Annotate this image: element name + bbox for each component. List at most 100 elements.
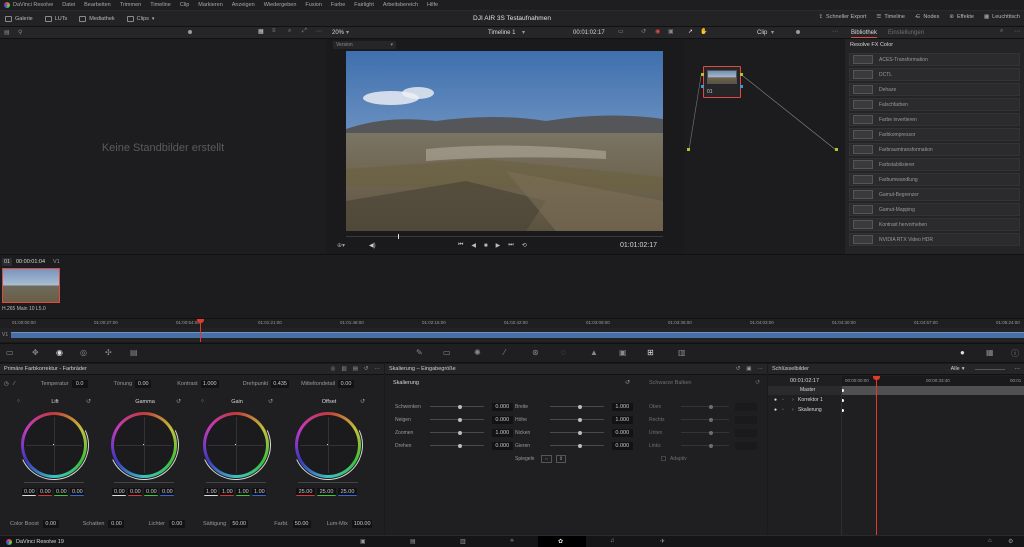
bars-icon[interactable]: ▥ [341,366,346,372]
node-editor[interactable]: 01 [684,39,844,254]
sidebar-toggle-icon[interactable]: ▤ [4,29,10,36]
fx-item[interactable]: Kontrast hervorheben [849,218,1020,231]
stop-icon[interactable]: ■ [484,243,488,249]
param-slider[interactable] [430,430,484,435]
param-slider[interactable] [550,404,604,409]
wheel-value-g[interactable]: 0.00 [144,488,158,496]
wheel-value-g[interactable]: 0.00 [54,488,68,496]
clip-thumbnail[interactable] [2,268,60,303]
wheel-value-g[interactable]: 1.00 [236,488,250,496]
wheel-value-y[interactable]: 1.00 [204,488,218,496]
menu-item[interactable]: Timeline [150,2,171,8]
param-field[interactable]: 0.000 [491,402,513,411]
eye-icon[interactable]: ● [774,397,777,403]
options-icon[interactable]: ⋯ [1015,366,1021,372]
motion-effects-icon[interactable]: ▤ [130,348,138,357]
scrubber-playhead[interactable] [398,234,399,239]
hdr-wheels-icon[interactable]: ◎ [80,348,87,357]
menu-item[interactable]: Bearbeiten [84,2,111,8]
param-slider[interactable] [550,430,604,435]
reset-icon[interactable]: ↺ [364,366,369,372]
middetail-field[interactable]: 0.00 [338,380,355,388]
mode-icon[interactable]: ◎ [331,366,336,372]
keyframe-filter[interactable]: Alle [951,366,960,372]
param-slider[interactable] [550,417,604,422]
version-dropdown[interactable]: Version ▾ [333,41,396,49]
param-field[interactable]: 1.000 [611,402,633,411]
effects-button[interactable]: ⊛ Effekte [949,14,974,20]
gamma-wheel[interactable] [99,400,189,490]
3d-icon[interactable]: ▥ [678,348,686,357]
fx-item[interactable]: ACES-Transformation [849,53,1020,66]
fx-item[interactable]: Farbumwandlung [849,173,1020,186]
param-slider[interactable] [430,417,484,422]
param-field[interactable]: 0.000 [491,441,513,450]
histogram-icon[interactable]: ▦ [986,348,994,357]
eye-icon[interactable]: ● [774,407,777,413]
playhead-icon[interactable]: ◉ [655,28,660,35]
wheel-value-b[interactable]: 0.00 [70,488,84,496]
viewer-image[interactable] [346,51,663,231]
fx-item[interactable]: Dehaze [849,83,1020,96]
color-page-button[interactable]: ✿ [538,536,586,547]
wheel-value-r[interactable]: 0.00 [38,488,52,496]
node-output-port[interactable] [740,73,743,76]
go-to-start-icon[interactable]: ⏮ [458,242,463,249]
color-node[interactable]: 01 [701,66,743,98]
options-icon[interactable]: ⋯ [758,366,764,372]
keyframe-track-master[interactable]: Master [768,386,1024,395]
log-icon[interactable]: ▤ [353,366,358,372]
luts-button[interactable]: LUTs [44,15,67,22]
color-wheels-icon[interactable]: ◉ [56,348,63,357]
fx-item[interactable]: Farbraumtransformation [849,143,1020,156]
menu-item[interactable]: Hilfe [427,2,438,8]
keyframe-track-corrector[interactable]: ● ▫ › Korrektor 1 [768,396,1024,405]
viewer-options-icon[interactable]: ⊕▾ [337,242,345,249]
go-to-end-icon[interactable]: ⏭ [508,242,513,249]
wheel-value-b[interactable]: 0.00 [160,488,174,496]
options-icon[interactable]: ⋯ [1014,28,1020,35]
viewer-scrubber[interactable] [346,234,663,239]
fx-item[interactable]: Farbe invertieren [849,113,1020,126]
wheel-value-b[interactable]: 1.00 [252,488,266,496]
saturation-field[interactable]: 50.00 [230,520,249,528]
menu-item[interactable]: Clip [180,2,189,8]
wheel-value-y[interactable]: 0.00 [22,488,36,496]
expand-chevron-icon[interactable]: › [792,407,794,413]
menu-item[interactable]: Markieren [198,2,222,8]
color-match-icon[interactable]: ✥ [32,348,39,357]
window-icon[interactable]: ⊛ [532,348,539,357]
wheel-master-slider[interactable] [298,482,358,483]
reset-icon[interactable]: ↺ [86,398,91,405]
menu-item[interactable]: Arbeitsbereich [383,2,418,8]
options-icon[interactable]: ⋯ [375,366,381,372]
eyedropper-icon[interactable]: ⁄ [504,348,505,357]
curves-icon[interactable]: ✎ [416,348,423,357]
node-rgb-output[interactable] [740,85,743,88]
clips-button[interactable]: Clips ▾ [126,15,154,22]
lightbox-button[interactable]: ▦ Leuchttisch [984,14,1020,20]
white-picker-icon[interactable]: ⁄ [14,381,15,387]
search-icon[interactable]: ⌕ [288,28,291,35]
clip-select[interactable]: Clip [757,30,767,36]
param-slider[interactable] [550,443,604,448]
wheel-value-r[interactable]: 25.00 [296,488,315,496]
flip-horizontal-icon[interactable]: ⇔ [541,454,552,463]
shadows-field[interactable]: 0.00 [108,520,125,528]
contrast-field[interactable]: 1.000 [200,380,219,388]
list-view-icon[interactable]: ≡ [272,28,276,34]
keyframe-track-sizing[interactable]: ● ▫ › Skalierung [768,406,1024,415]
gain-wheel[interactable] [191,400,281,490]
deliver-page-icon[interactable]: ✈ [660,538,665,545]
tint-field[interactable]: 0.00 [135,380,152,388]
wheel-value-b[interactable]: 25.00 [338,488,357,496]
wheel-master-slider[interactable] [24,482,84,483]
reset-icon[interactable]: ↺ [360,398,365,405]
viewer-mode-icon[interactable]: ▭ [618,28,624,35]
param-slider[interactable] [430,443,484,448]
menu-item[interactable]: Trimmen [120,2,142,8]
timeline-clip[interactable] [11,332,1024,338]
quick-export-button[interactable]: ⇪ Schneller Export [818,14,866,20]
wheel-value-g[interactable]: 25.00 [317,488,336,496]
timeline-ruler[interactable]: 01:00:00:00 01:00:27:00 01:00:54:00 01:0… [0,318,1024,329]
